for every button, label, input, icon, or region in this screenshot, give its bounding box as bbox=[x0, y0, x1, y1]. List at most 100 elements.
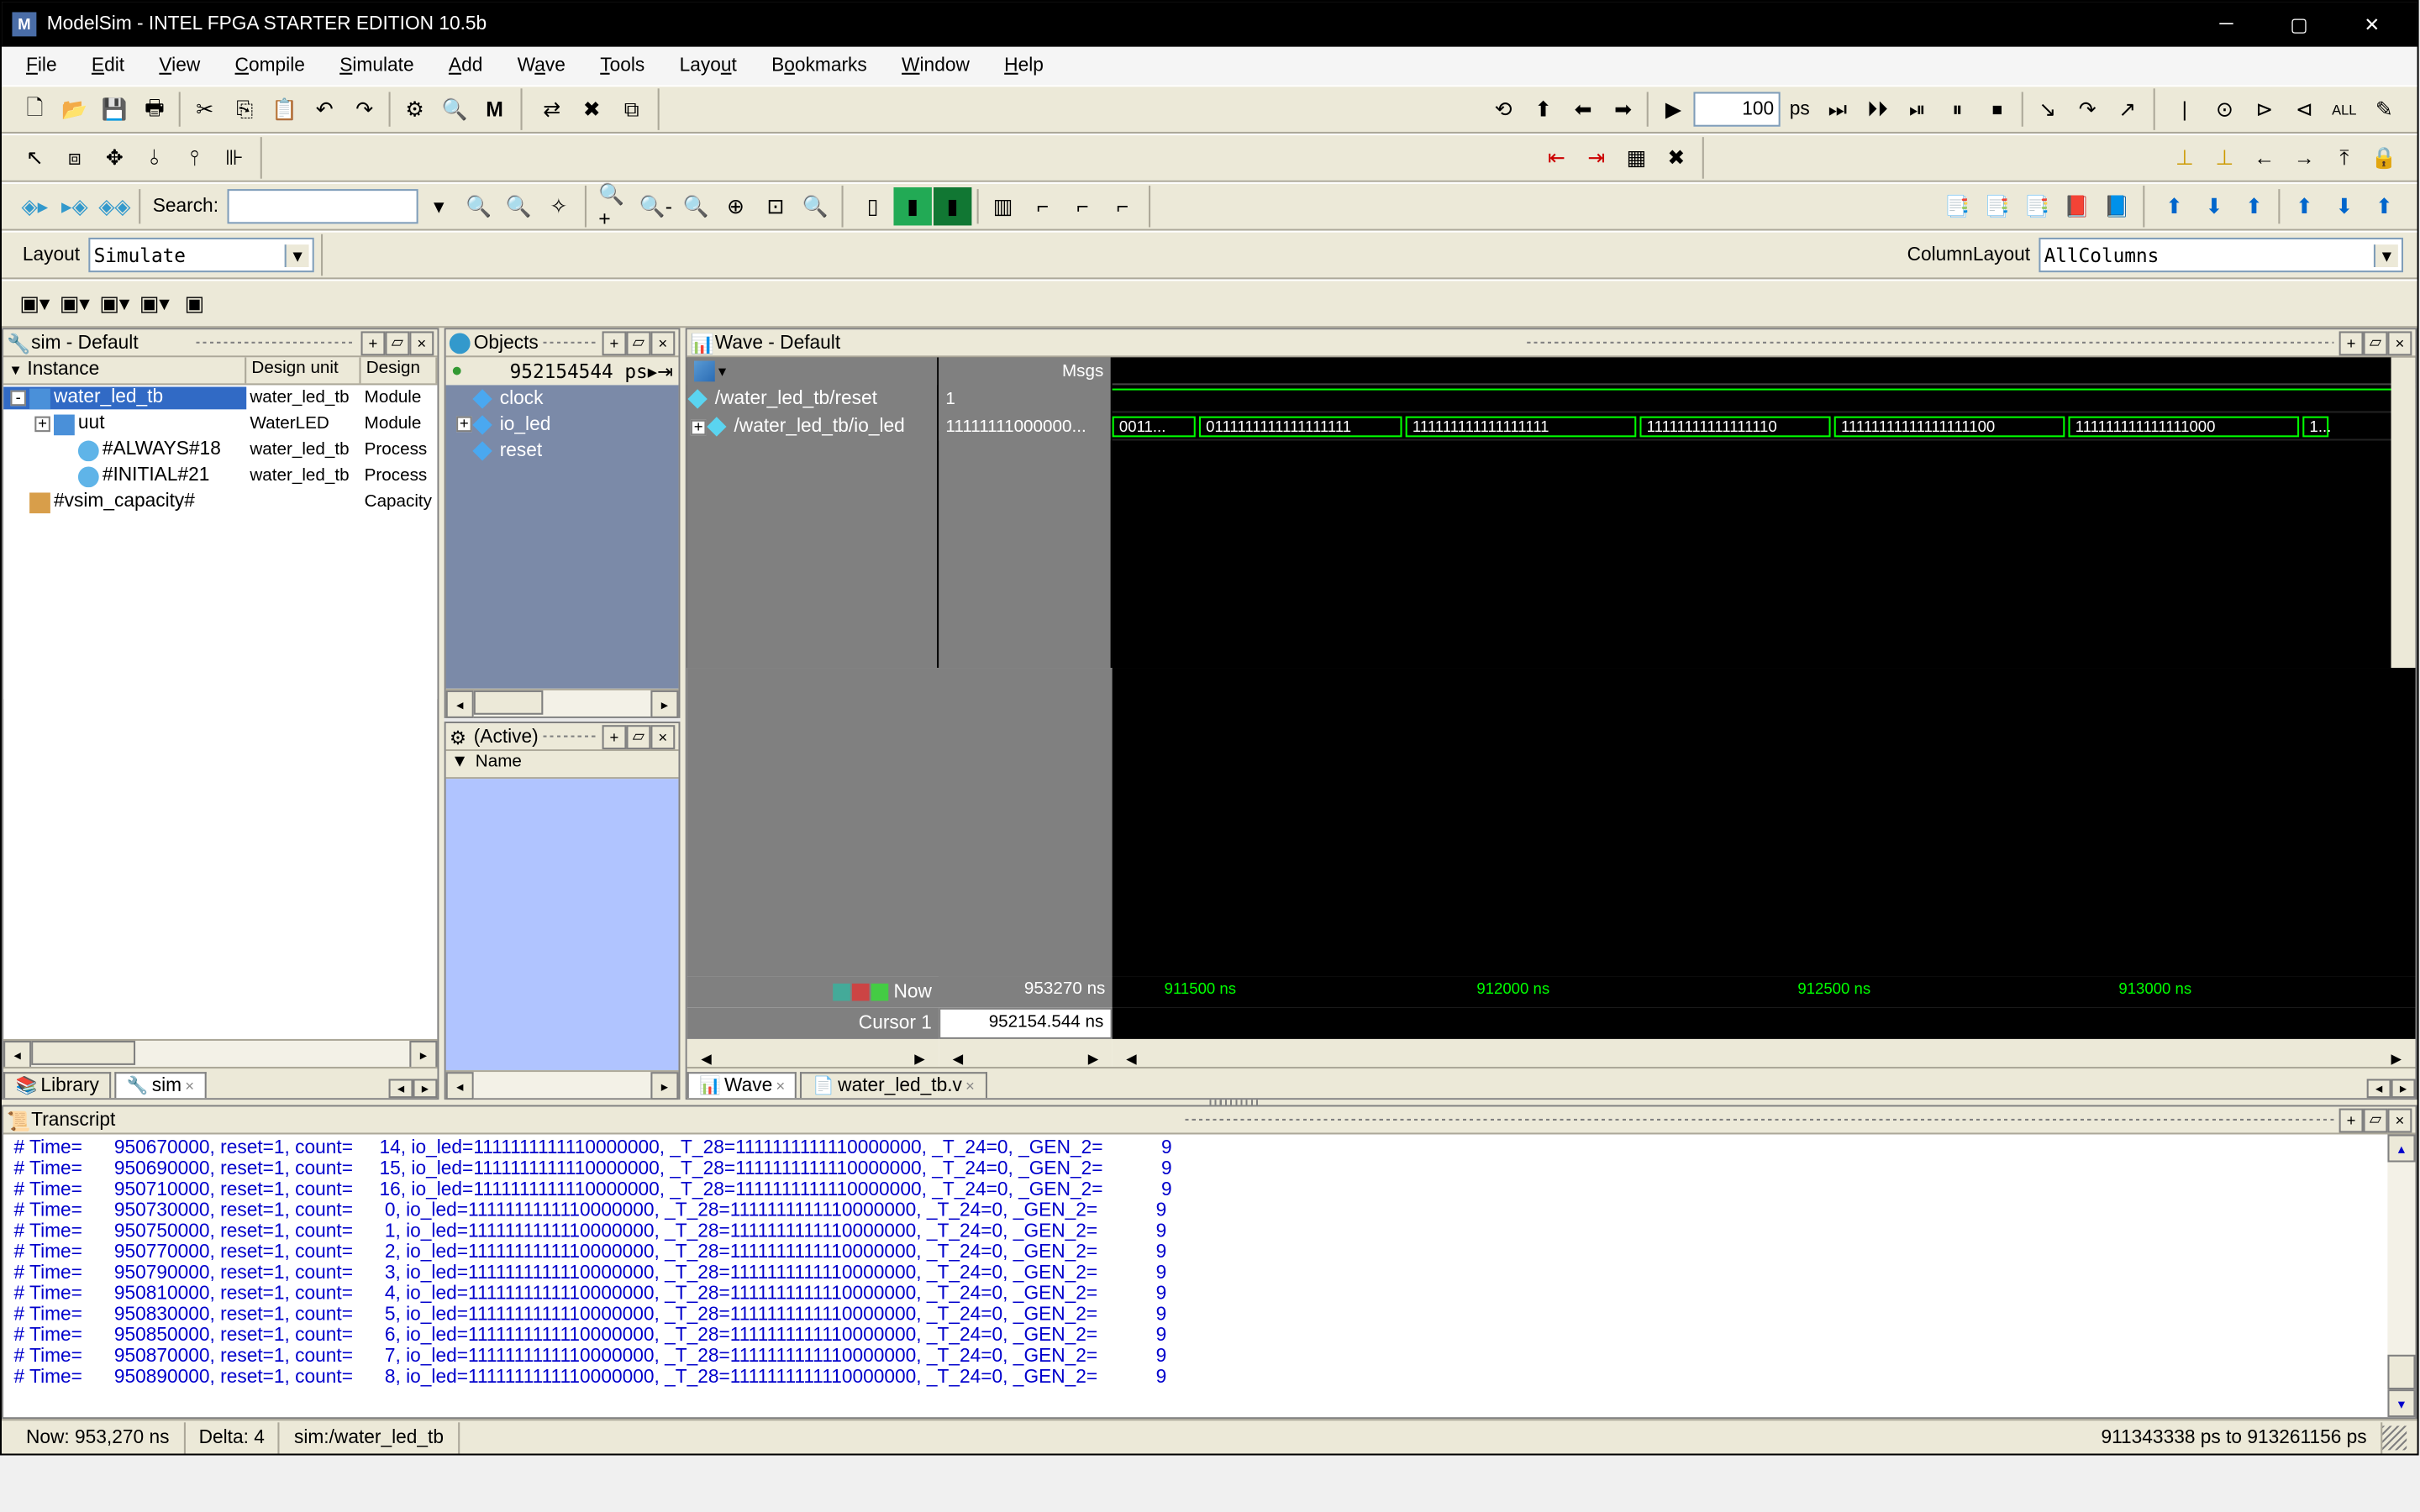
menu-tools[interactable]: Tools bbox=[583, 50, 662, 81]
panel-add-button[interactable]: + bbox=[2339, 330, 2364, 354]
zoom-range-icon[interactable]: ⊡ bbox=[756, 187, 794, 225]
msg-last-icon[interactable]: ⊲ bbox=[2286, 90, 2323, 128]
search-opt-icon[interactable]: ✧ bbox=[539, 187, 577, 225]
bk-4-icon[interactable]: 📕 bbox=[2058, 187, 2096, 225]
tab-sim[interactable]: 🔧 sim × bbox=[114, 1072, 206, 1098]
zoom-full-icon[interactable]: 🔍 bbox=[676, 187, 714, 225]
msg-first-icon[interactable]: | bbox=[2165, 90, 2203, 128]
wave-signal-name[interactable]: /water_led_tb/reset bbox=[687, 385, 937, 412]
trace-list-icon[interactable]: ▦ bbox=[1618, 139, 1655, 176]
menu-layout[interactable]: Layout bbox=[662, 50, 755, 81]
redo-icon[interactable]: ↷ bbox=[345, 90, 383, 128]
wf-1-icon[interactable]: ▯ bbox=[854, 187, 892, 225]
mem-5-icon[interactable]: ▣ bbox=[176, 285, 213, 323]
panel-close-button[interactable]: × bbox=[2387, 1108, 2412, 1132]
select-icon[interactable]: ↖ bbox=[16, 139, 54, 176]
step-into-icon[interactable]: ↘ bbox=[2028, 90, 2066, 128]
search-dd-icon[interactable]: ▾ bbox=[420, 187, 458, 225]
step-out-icon[interactable]: ↗ bbox=[2108, 90, 2146, 128]
edge3-icon[interactable]: ⊪ bbox=[215, 139, 253, 176]
wf-2-icon[interactable]: ▮ bbox=[893, 187, 931, 225]
msg-next-icon[interactable]: ⊳ bbox=[2245, 90, 2283, 128]
expand3-icon[interactable]: ◈◈ bbox=[96, 187, 134, 225]
compile-icon[interactable]: ⚙ bbox=[396, 90, 434, 128]
msg-filter-icon[interactable]: ✎ bbox=[2365, 90, 2403, 128]
objects-row[interactable]: reset bbox=[446, 437, 679, 463]
nav-d2-icon[interactable]: ⬇ bbox=[2325, 187, 2363, 225]
tab-scroll-left[interactable]: ◂ bbox=[389, 1079, 413, 1098]
cut-icon[interactable]: ✂ bbox=[186, 90, 224, 128]
menu-file[interactable]: File bbox=[8, 50, 74, 81]
zoom-other-icon[interactable]: 🔍 bbox=[797, 187, 834, 225]
mem-3-icon[interactable]: ▣▾ bbox=[96, 285, 134, 323]
zoom-in-icon[interactable]: 🔍+ bbox=[597, 187, 634, 225]
find-icon[interactable]: 🔍 bbox=[435, 90, 473, 128]
nav-u1-icon[interactable]: ⬆ bbox=[2155, 187, 2193, 225]
step-back-icon[interactable]: ⬅ bbox=[1564, 90, 1602, 128]
layout-combo[interactable]: Simulate ▾ bbox=[88, 238, 313, 272]
panel-max-button[interactable]: ▱ bbox=[626, 724, 650, 748]
columnlayout-combo[interactable]: AllColumns ▾ bbox=[2039, 238, 2403, 272]
tab-wave[interactable]: 📊 Wave × bbox=[687, 1072, 797, 1098]
minimize-button[interactable]: ─ bbox=[2191, 5, 2261, 43]
menu-wave[interactable]: Wave bbox=[500, 50, 583, 81]
trace-next-icon[interactable]: ⇥ bbox=[1577, 139, 1615, 176]
step-fwd-icon[interactable]: ➡ bbox=[1604, 90, 1642, 128]
print-icon[interactable]: 🖶 bbox=[135, 90, 173, 128]
menu-window[interactable]: Window bbox=[884, 50, 986, 81]
menu-help[interactable]: Help bbox=[987, 50, 1061, 81]
search-prev-icon[interactable]: 🔍 bbox=[460, 187, 497, 225]
nav-u2-icon[interactable]: ⬇ bbox=[2195, 187, 2233, 225]
sim-row[interactable]: +uutWaterLEDModule bbox=[3, 411, 437, 437]
bk-2-icon[interactable]: 📑 bbox=[1978, 187, 2016, 225]
cursor-next-icon[interactable]: → bbox=[2286, 139, 2323, 176]
wave-delete-icon[interactable]: ✖ bbox=[572, 90, 610, 128]
panel-max-button[interactable]: ▱ bbox=[2364, 330, 2388, 354]
menu-simulate[interactable]: Simulate bbox=[323, 50, 432, 81]
run-all-icon[interactable]: ⏵⏵ bbox=[1859, 90, 1897, 128]
step-over-icon[interactable]: ↷ bbox=[2068, 90, 2106, 128]
bk-5-icon[interactable]: 📘 bbox=[2098, 187, 2136, 225]
wf-6-icon[interactable]: ⌐ bbox=[1064, 187, 1102, 225]
panel-close-button[interactable]: × bbox=[650, 724, 675, 748]
menu-view[interactable]: View bbox=[142, 50, 218, 81]
undo-icon[interactable]: ↶ bbox=[305, 90, 343, 128]
menu-compile[interactable]: Compile bbox=[218, 50, 323, 81]
tab-library[interactable]: 📚 Library bbox=[3, 1072, 111, 1098]
wf-7-icon[interactable]: ⌐ bbox=[1103, 187, 1141, 225]
save-icon[interactable]: 💾 bbox=[96, 90, 134, 128]
maximize-button[interactable]: ▢ bbox=[2265, 5, 2334, 43]
run-length-icon[interactable]: ⏭ bbox=[1818, 90, 1856, 128]
cursor-prev-icon[interactable]: ← bbox=[2245, 139, 2283, 176]
stop-icon[interactable]: ⏹ bbox=[1978, 90, 2016, 128]
sim-hscroll[interactable]: ◂▸ bbox=[3, 1039, 437, 1067]
objects-time-end[interactable]: ⇥ bbox=[657, 360, 673, 382]
wf-4-icon[interactable]: ▥ bbox=[984, 187, 1022, 225]
paste-icon[interactable]: 📋 bbox=[266, 90, 303, 128]
cursor-del-icon[interactable]: ⊥ bbox=[2206, 139, 2244, 176]
run-up-icon[interactable]: ⬆ bbox=[1524, 90, 1562, 128]
help-icon[interactable]: M bbox=[476, 90, 513, 128]
msg-all-icon[interactable]: ALL bbox=[2325, 90, 2363, 128]
panel-add-button[interactable]: + bbox=[602, 330, 627, 354]
cursor-value[interactable]: 952154.544 ns bbox=[939, 1008, 1113, 1039]
edge2-icon[interactable]: ⫯ bbox=[176, 139, 213, 176]
cursor-goto-icon[interactable]: ⤒ bbox=[2325, 139, 2363, 176]
mem-1-icon[interactable]: ▣▾ bbox=[16, 285, 54, 323]
search-input[interactable] bbox=[227, 189, 418, 223]
restart-icon[interactable]: ⟲ bbox=[1484, 90, 1522, 128]
panel-close-button[interactable]: × bbox=[2387, 330, 2412, 354]
menu-add[interactable]: Add bbox=[431, 50, 500, 81]
sim-col-instance[interactable]: ▼ Instance bbox=[3, 357, 246, 383]
nav-d1-icon[interactable]: ⬆ bbox=[2235, 187, 2273, 225]
sim-row[interactable]: #ALWAYS#18water_led_tbProcess bbox=[3, 437, 437, 463]
transcript-vscroll[interactable]: ▴ ▾ bbox=[2387, 1135, 2415, 1418]
processes-col-name[interactable]: Name bbox=[471, 751, 527, 777]
panel-close-button[interactable]: × bbox=[409, 330, 434, 354]
mem-4-icon[interactable]: ▣▾ bbox=[135, 285, 173, 323]
bk-3-icon[interactable]: 📑 bbox=[2018, 187, 2056, 225]
wave-tab-scroll-left[interactable]: ◂ bbox=[2367, 1079, 2391, 1098]
copy-icon[interactable]: ⎘ bbox=[225, 90, 263, 128]
break-icon[interactable]: ⏸ bbox=[1939, 90, 1976, 128]
wave-plot[interactable]: 0011...011111111111111111111111111111111… bbox=[1113, 357, 2416, 667]
